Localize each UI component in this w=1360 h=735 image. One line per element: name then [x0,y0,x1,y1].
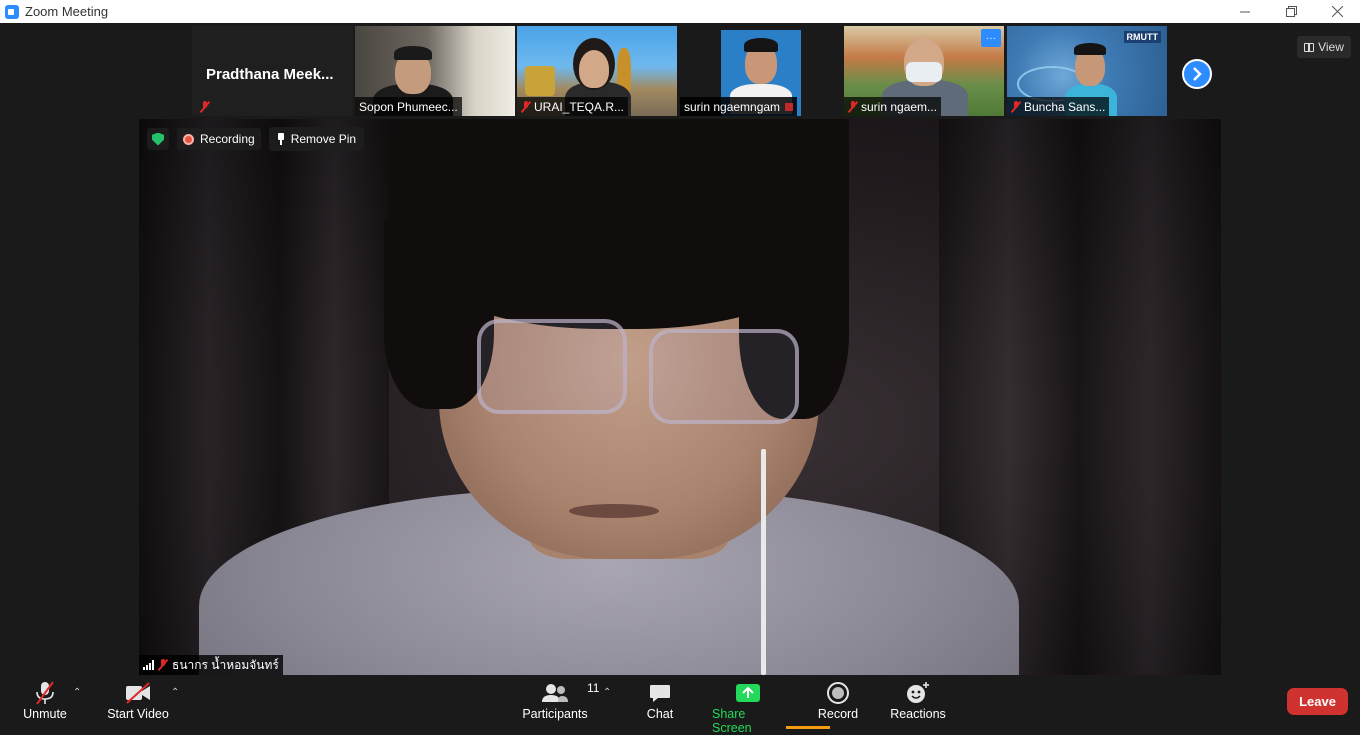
participant-video [744,38,778,52]
speaker-name: ธนากร น้ำหอมจันทร์ [172,657,279,672]
participants-count: 11 [587,681,600,695]
security-badge[interactable] [147,128,169,150]
video-options-caret[interactable]: ⌃ [171,687,179,698]
eyeglasses [649,329,799,424]
background-curtain [1079,119,1221,675]
view-button[interactable]: View [1297,36,1351,58]
video-overlay-controls: Recording Remove Pin [147,127,365,151]
unmute-label: Unmute [23,707,67,721]
muted-mic-icon [1011,100,1021,113]
window-controls [1222,0,1360,23]
participant-name-label: Buncha Sans... [1007,97,1110,116]
participant-tile[interactable]: ··· surin ngaem... [844,26,1004,116]
minimize-button[interactable] [1222,0,1268,23]
share-screen-label: Share Screen [712,707,752,735]
face-mask [906,62,942,82]
participant-video [525,66,555,96]
speaker-name-label: ธนากร น้ำหอมจันทร์ [139,655,283,675]
share-screen-button[interactable]: Share Screen [712,679,784,735]
microphone-muted-icon [36,681,54,705]
window-titlebar: Zoom Meeting [0,0,1360,23]
video-off-indicator-icon [785,102,794,111]
participants-options-caret[interactable]: ⌃ [603,687,611,698]
zoom-app-icon [5,4,19,19]
earphone-cable [761,449,766,675]
more-icon: ··· [986,32,996,44]
meeting-stage: Pradthana Meek... Sopon Phumeec... URAI_… [0,23,1360,675]
participant-name-label: Sopon Phumeec... [355,97,462,116]
start-video-label: Start Video [107,707,169,721]
minimize-icon [1240,11,1250,12]
participants-button[interactable]: 11 Participants [522,679,599,721]
audio-options-caret[interactable]: ⌃ [73,687,81,698]
remove-pin-button[interactable]: Remove Pin [268,127,365,151]
muted-mic-icon [158,659,168,671]
participant-tile[interactable]: RMUTT Buncha Sans... [1007,26,1167,116]
more-options-button[interactable]: ··· [981,29,1001,47]
logo-text: RMUTT [1126,32,1159,42]
participant-video [1074,43,1106,55]
chat-label: Chat [646,707,674,721]
chat-icon [650,685,670,702]
meeting-toolbar: Unmute ⌃ Start Video ⌃ 11 Participants ⌃ [0,675,1360,735]
view-label: View [1318,40,1344,54]
participant-strip: Pradthana Meek... Sopon Phumeec... URAI_… [0,26,1360,116]
speaker-mouth [569,504,659,518]
participant-name: URAI_TEQA.R... [534,99,625,114]
participant-tile[interactable]: URAI_TEQA.R... [517,26,677,116]
participant-name: surin ngaemngam [684,99,781,114]
restore-button[interactable] [1268,0,1314,23]
shield-check-icon [152,132,164,146]
signal-strength-icon [143,660,154,670]
reactions-button[interactable]: Reactions [890,679,946,721]
participant-name-label: surin ngaemngam [680,97,798,116]
active-speaker-video[interactable]: Recording Remove Pin ธนากร น้ำหอมจันทร์ [139,119,1221,675]
video-camera-off-icon [126,682,150,704]
window-title: Zoom Meeting [25,4,109,19]
muted-mic-icon [848,100,858,113]
participant-name: surin ngaem... [861,99,938,114]
eyeglasses [477,319,627,414]
participant-name: Pradthana Meek... [206,66,334,83]
participants-icon [542,684,568,702]
participant-tile[interactable]: surin ngaemngam [680,26,840,116]
participant-name: Buncha Sans... [1024,99,1106,114]
muted-mic-icon [200,101,210,113]
record-label: Record [817,707,859,721]
unmute-button[interactable]: Unmute [22,679,68,721]
next-page-button[interactable] [1182,59,1212,89]
participant-video [579,50,609,88]
participants-label: Participants [522,707,588,721]
participant-name: Sopon Phumeec... [359,99,458,114]
participant-name-label: surin ngaem... [844,97,942,116]
chevron-right-icon [1193,67,1202,81]
participant-video [394,46,432,60]
restore-icon [1285,6,1297,17]
start-video-button[interactable]: Start Video [105,679,171,721]
close-icon [1331,6,1343,17]
record-button[interactable]: Record [817,679,859,721]
muted-mic-icon [521,100,531,113]
leave-label: Leave [1299,694,1336,709]
logo-badge: RMUTT [1123,31,1161,43]
record-icon [827,682,849,704]
participant-tile[interactable]: Sopon Phumeec... [355,26,515,116]
close-button[interactable] [1314,0,1360,23]
pin-icon [277,133,285,145]
recording-indicator[interactable]: Recording [177,128,261,150]
share-screen-icon [736,684,760,702]
participant-tile-featured[interactable]: Pradthana Meek... [192,26,353,116]
grid-view-icon [1304,42,1315,52]
remove-pin-label: Remove Pin [290,132,357,146]
reactions-label: Reactions [890,707,946,721]
recording-label: Recording [200,132,255,146]
chat-button[interactable]: Chat [643,679,677,721]
reactions-icon [907,682,929,703]
recording-dot-icon [183,133,194,145]
leave-button[interactable]: Leave [1287,688,1348,715]
participant-name-label: URAI_TEQA.R... [517,97,629,116]
